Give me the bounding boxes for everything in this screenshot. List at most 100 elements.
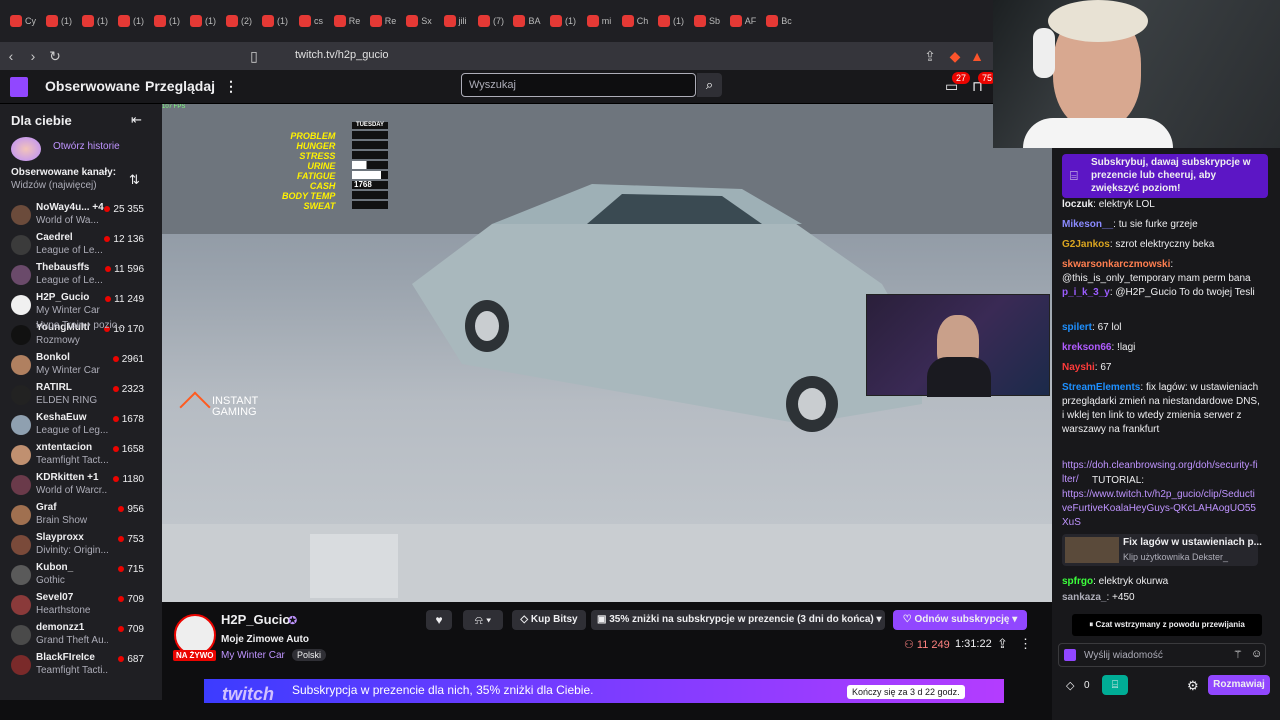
sidebar-channel[interactable]: Slayproxx Divinity: Origin... 753 [0,530,162,560]
share-stream-icon[interactable]: ⇪ [997,636,1008,652]
sidebar-channel[interactable]: Caedrel League of Le... 12 136 [0,230,162,260]
browser-tab[interactable]: AF [726,6,760,36]
reload-icon[interactable]: ↻ [44,45,66,67]
sidebar-channel[interactable]: Thebausffs League of Le... 11 596 [0,260,162,290]
browser-tab[interactable]: Sb [690,6,724,36]
share-icon[interactable]: ⇪ [919,45,941,67]
browser-tab[interactable]: Sx [402,6,436,36]
tab-favicon-icon [10,15,22,27]
chat-username[interactable]: p_i_k_3_y [1062,287,1110,298]
open-stories-link[interactable]: Otwórz historie [53,141,120,152]
gift-sub-banner[interactable]: twitch Subskrypcja w prezencie dla nich,… [204,679,1004,704]
points-icon[interactable]: ◇ [1066,679,1074,692]
channel-points-icon[interactable]: ⌸ [1102,675,1128,695]
sidebar-channel[interactable]: KeshaEuw League of Leg... 1678 [0,410,162,440]
forward-icon[interactable]: › [22,45,44,67]
tab-favicon-icon [333,15,346,27]
chat-username[interactable]: skwarsonkarczmowski [1062,259,1170,270]
chat-username[interactable]: G2Jankos [1062,239,1110,250]
sidebar-channel[interactable]: BlackFIreIce Teamfight Tacti... 687 [0,650,162,680]
browser-tab[interactable]: Re [366,6,400,36]
sidebar-channel[interactable]: NoWay4u... +4 World of Wa... 25 355 [0,200,162,230]
bookmark-icon[interactable]: ▯ [243,45,265,67]
chat-message: spfrgo: elektryk okurwa [1062,576,1169,587]
pinned-promo[interactable]: ⌸ Subskrybuj, dawaj subskrypcje w prezen… [1062,154,1268,198]
browser-tab[interactable]: Ch [618,6,652,36]
emote-icon[interactable]: ☺ [1251,648,1262,660]
browser-tab[interactable]: Cy [6,6,40,36]
sidebar-channel[interactable]: KDRkitten +1 World of Warcr... 1180 [0,470,162,500]
channel-avatar [11,475,31,495]
notifications-bell-icon[interactable]: ⍾ ▾ [463,610,503,630]
video-player[interactable]: 107 FPS PROBLEM HUNGER STRESS URINE FATIGUE C… [162,104,1052,602]
follow-heart-icon[interactable]: ♥ [426,610,452,630]
chat-link-2[interactable]: https://www.twitch.tv/h2p_gucio/clip/Sed… [1062,488,1258,530]
sidebar-channel[interactable]: H2P_Gucio My Winter Car 11 249 [0,290,162,320]
channel-game: League of Le... [36,245,103,256]
sort-icon[interactable]: ⇅ [129,172,140,188]
back-icon[interactable]: ‹ [0,45,22,67]
chat-send-button[interactable]: Rozmawiaj [1208,675,1270,695]
browser-tab[interactable]: (1) [546,6,580,36]
collapse-sidebar-icon[interactable]: ⇤ [131,112,142,128]
chat-username[interactable]: Nayshi [1062,362,1095,373]
channel-viewers-value: 1180 [122,474,144,485]
browser-tab[interactable]: (1) [150,6,184,36]
browser-tab[interactable]: (1) [78,6,112,36]
clip-card[interactable]: Fix lagów w ustawieniach p... Klip użytk… [1062,534,1262,566]
hud-label: SWEAT [303,201,336,211]
chat-username[interactable]: Mikeson__ [1062,219,1113,230]
more-menu-icon[interactable]: ⋮ [224,78,238,95]
sidebar-channel[interactable]: Graf Brain Show 956 [0,500,162,530]
sidebar-channel[interactable]: xntentacion Teamfight Tact... 1658 [0,440,162,470]
browser-tab[interactable]: (1) [114,6,148,36]
user-badge-icon[interactable] [1064,649,1076,661]
sidebar-channel[interactable]: Sevel07 Hearthstone 709 [0,590,162,620]
more-options-icon[interactable]: ⋮ [1019,636,1032,652]
sidebar-channel[interactable]: demonzz1 Grand Theft Au... 709 [0,620,162,650]
chat-settings-gear-icon[interactable]: ⚙ [1187,678,1199,694]
url-field[interactable]: twitch.tv/h2p_gucio [295,49,389,61]
browser-tab[interactable]: cs [294,6,328,36]
sidebar-channel[interactable]: Kubon_ Gothic 715 [0,560,162,590]
chat-input[interactable]: Wyślij wiadomość ⚚ ☺ [1058,643,1266,667]
browser-tab[interactable]: (1) [258,6,292,36]
search-input[interactable]: Wyszukaj [461,73,696,97]
sidebar-channel[interactable]: Bonkol My Winter Car 2961 [0,350,162,380]
browser-tab[interactable]: Bc [762,6,796,36]
game-link[interactable]: My Winter Car [221,650,285,661]
brave-shield-icon[interactable]: ◆ [944,45,966,67]
chat-username[interactable]: spilert [1062,322,1092,333]
buy-bits-button[interactable]: ◇ Kup Bitsy [512,610,586,630]
browser-tab[interactable]: (1) [42,6,76,36]
search-icon[interactable]: ⌕ [697,73,722,97]
browser-tab[interactable]: jili [438,6,472,36]
chat-message: sankaza_: +450 [1062,592,1135,603]
browser-tab[interactable]: (1) [654,6,688,36]
tab-label: (1) [61,16,72,26]
browser-tab[interactable]: Re [330,6,364,36]
browser-tab[interactable]: (1) [186,6,220,36]
chat-paused-button[interactable]: ⏸ Czat wstrzymany z powodu przewijania [1072,614,1262,636]
nav-following[interactable]: Obserwowane [45,78,140,94]
chat-username[interactable]: spfrgo [1062,576,1093,587]
channel-name[interactable]: H2P_Gucio [221,612,290,627]
nav-browse[interactable]: Przeglądaj [145,78,215,94]
sidebar-channel[interactable]: RATIRL ELDEN RING 2323 [0,380,162,410]
browser-tab[interactable]: (7) [474,6,508,36]
chat-username[interactable]: krekson66 [1062,342,1111,353]
language-tag[interactable]: Polski [292,649,327,661]
browser-tab[interactable]: (2) [222,6,256,36]
bits-icon[interactable]: ⚚ [1233,648,1243,661]
stories-avatar[interactable] [11,137,41,161]
live-dot-icon [105,296,112,302]
chat-username[interactable]: StreamElements [1062,382,1140,393]
twitch-logo-icon[interactable] [10,77,28,97]
chat-username[interactable]: loczuk [1062,199,1093,210]
gift-promo-button[interactable]: ▣ 35% zniżki na subskrypcje w prezencie … [591,610,885,630]
browser-tab[interactable]: BA [510,6,544,36]
chat-username[interactable]: sankaza_ [1062,592,1106,603]
brave-rewards-icon[interactable]: ▲ [966,45,988,67]
renew-sub-button[interactable]: ♡ Odnów subskrypcję ▾ [893,610,1027,630]
browser-tab[interactable]: mi [582,6,616,36]
